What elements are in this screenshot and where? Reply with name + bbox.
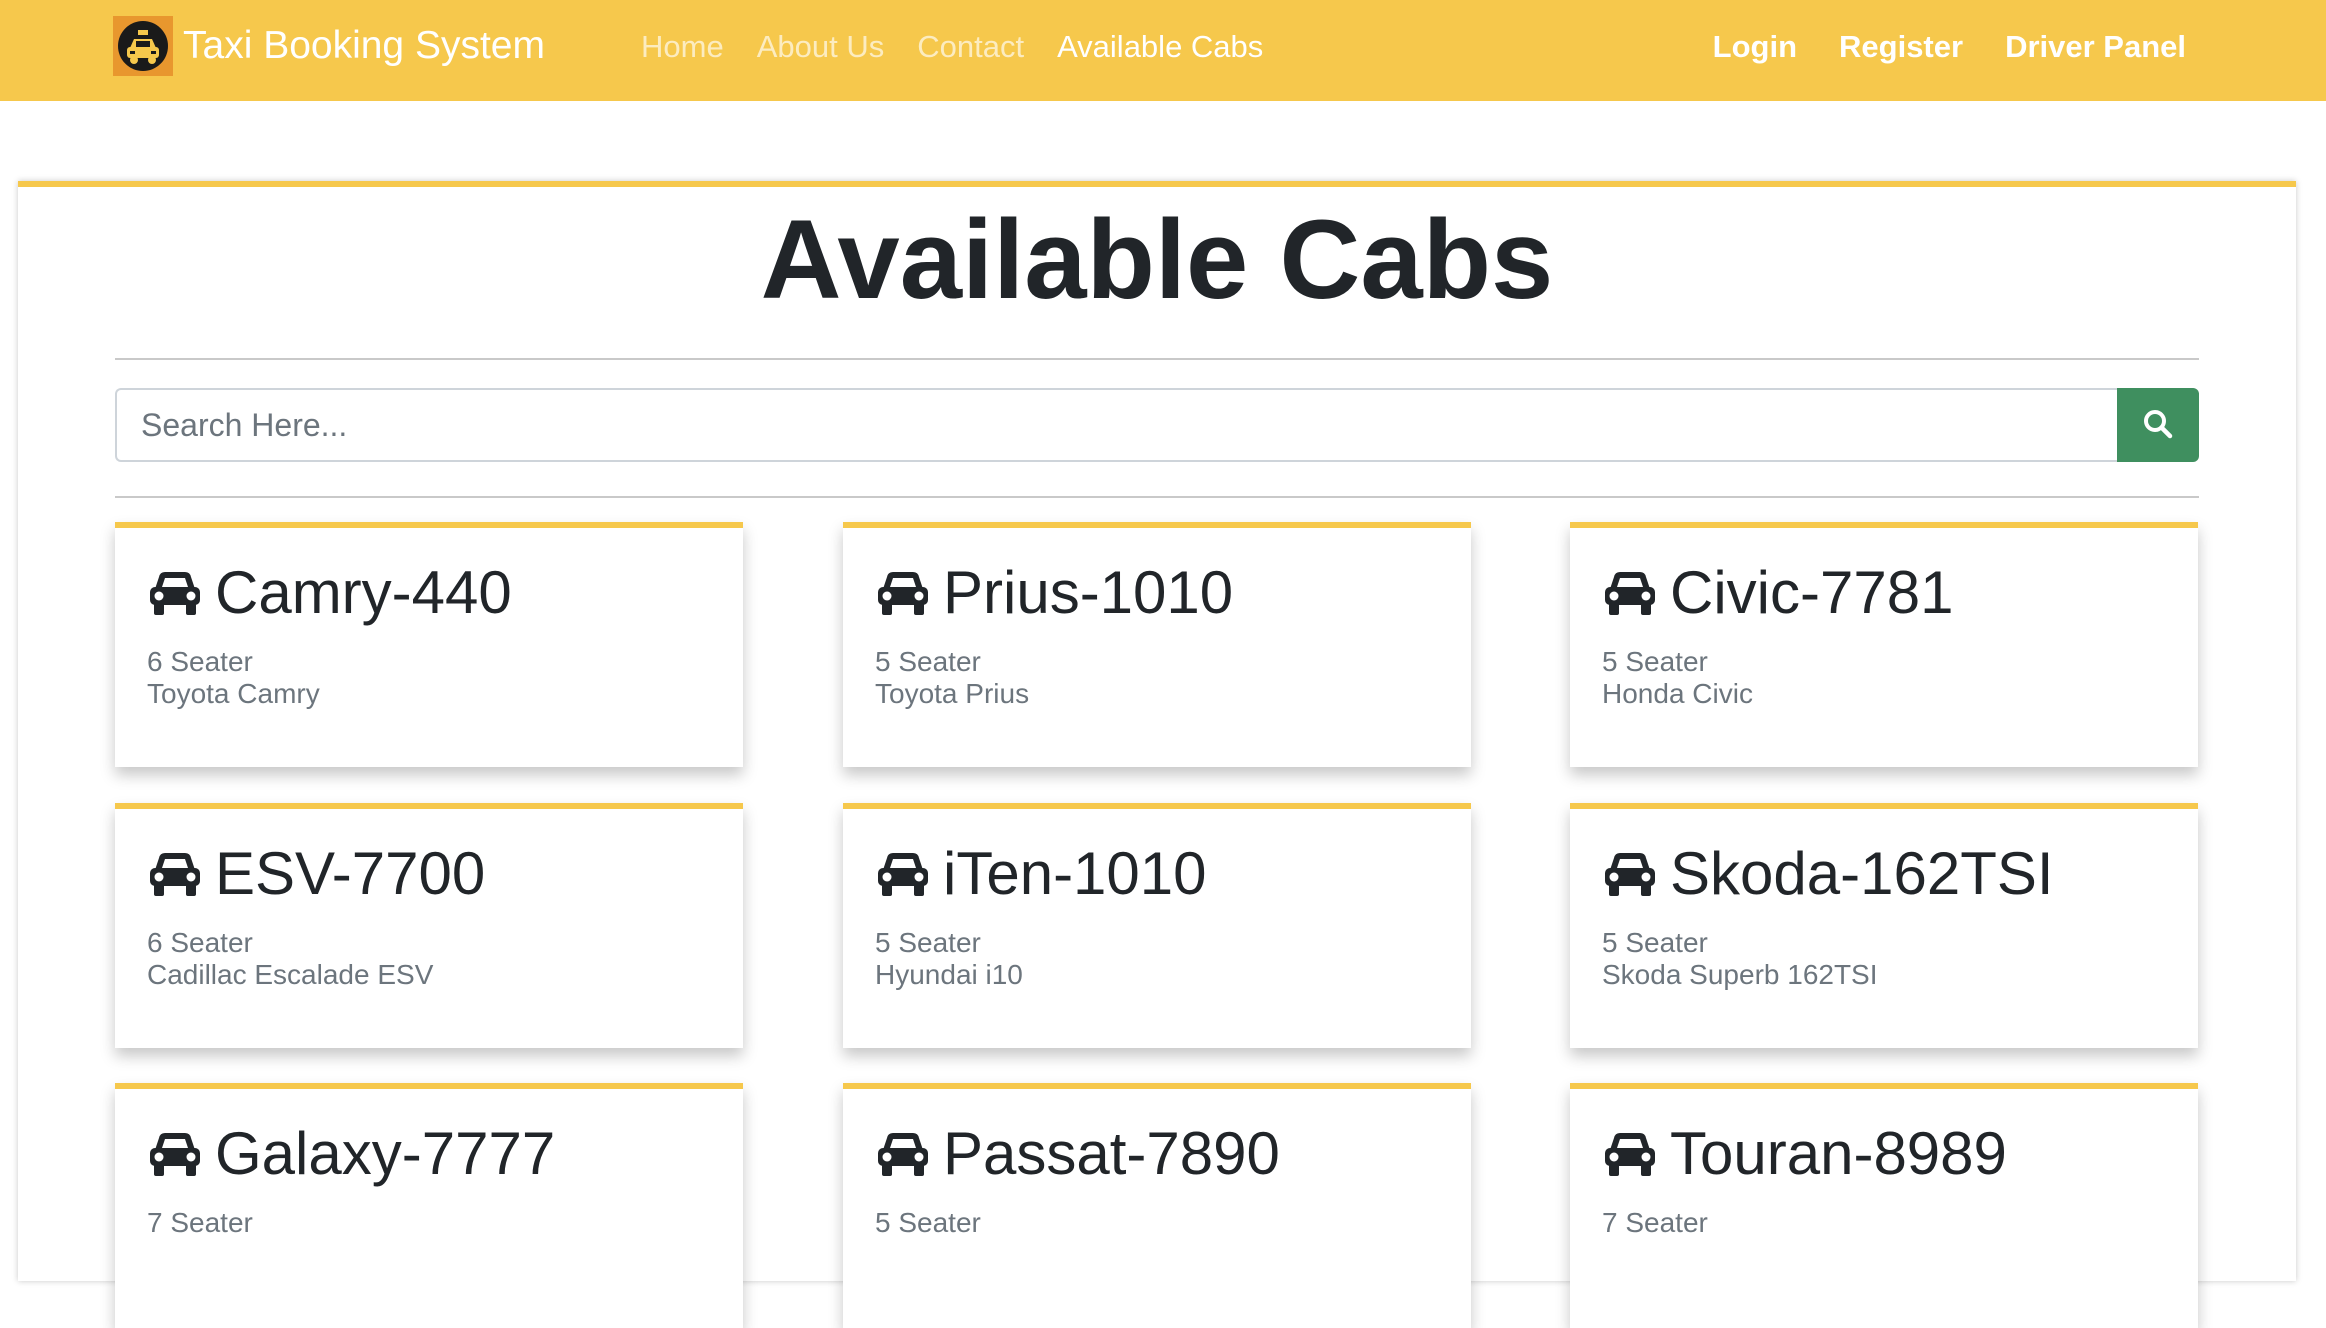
cab-card-title: Galaxy-7777	[147, 1119, 555, 1189]
register-link[interactable]: Register	[1839, 24, 1963, 70]
cab-name: Galaxy-7777	[215, 1120, 556, 1187]
search-bar	[115, 388, 2199, 462]
cab-seats: 6 Seater	[147, 646, 253, 677]
car-icon	[1602, 1130, 1658, 1178]
divider	[115, 496, 2199, 498]
cab-card-title: Camry-440	[147, 558, 512, 628]
cab-card[interactable]: Camry-440 6 Seater Toyota Camry	[115, 522, 743, 767]
cab-seats: 5 Seater	[875, 646, 981, 677]
cab-model: Cadillac Escalade ESV	[147, 959, 434, 990]
nav-home[interactable]: Home	[641, 24, 724, 70]
nav-about-us[interactable]: About Us	[757, 24, 885, 70]
car-icon	[1602, 850, 1658, 898]
account-nav: Login Register Driver Panel	[1671, 24, 2186, 70]
cab-seats: 6 Seater	[147, 927, 253, 958]
cab-card[interactable]: ESV-7700 6 Seater Cadillac Escalade ESV	[115, 803, 743, 1048]
cab-model: Hyundai i10	[875, 959, 1023, 990]
cab-name: Touran-8989	[1670, 1120, 2007, 1187]
nav-available-cabs[interactable]: Available Cabs	[1057, 24, 1263, 70]
cab-card[interactable]: Touran-8989 7 Seater	[1570, 1083, 2198, 1328]
cab-card[interactable]: Skoda-162TSI 5 Seater Skoda Superb 162TSI	[1570, 803, 2198, 1048]
car-icon	[875, 850, 931, 898]
cab-name: Passat-7890	[943, 1120, 1280, 1187]
brand-link[interactable]: Taxi Booking System	[113, 16, 545, 76]
cab-card-title: Civic-7781	[1602, 558, 1953, 628]
cab-name: ESV-7700	[215, 840, 486, 907]
cab-card-title: ESV-7700	[147, 839, 485, 909]
available-cabs-panel: Available Cabs Camry-4406 SeaterToyota C…	[18, 181, 2296, 1328]
cab-card[interactable]: Prius-1010 5 Seater Toyota Prius	[843, 522, 1471, 767]
cab-seats: 7 Seater	[147, 1207, 253, 1238]
cab-card-title: Prius-1010	[875, 558, 1233, 628]
page-title: Available Cabs	[760, 197, 1554, 322]
cab-name: iTen-1010	[943, 840, 1207, 907]
cab-seats: 5 Seater	[1602, 927, 1708, 958]
car-icon	[147, 569, 203, 617]
cab-card-title: Touran-8989	[1602, 1119, 2007, 1189]
driver-panel-link[interactable]: Driver Panel	[2005, 24, 2186, 70]
brand-name: Taxi Booking System	[183, 24, 545, 67]
cab-card-title: Skoda-162TSI	[1602, 839, 2054, 909]
cab-seats: 5 Seater	[875, 927, 981, 958]
cab-card[interactable]: Civic-7781 5 Seater Honda Civic	[1570, 522, 2198, 767]
cab-card[interactable]: Galaxy-7777 7 Seater	[115, 1083, 743, 1328]
car-icon	[147, 1130, 203, 1178]
cab-name: Civic-7781	[1670, 559, 1954, 626]
divider	[115, 358, 2199, 360]
cab-seats: 5 Seater	[875, 1207, 981, 1238]
cab-model: Honda Civic	[1602, 678, 1753, 709]
cab-model: Toyota Camry	[147, 678, 320, 709]
nav-contact[interactable]: Contact	[917, 24, 1024, 70]
cab-name: Skoda-162TSI	[1670, 840, 2054, 907]
cab-card[interactable]: Passat-7890 5 Seater	[843, 1083, 1471, 1328]
search-button[interactable]	[2117, 388, 2199, 462]
cab-model: Toyota Prius	[875, 678, 1030, 709]
cab-model: Skoda Superb 162TSI	[1602, 959, 1878, 990]
cab-card[interactable]: iTen-1010 5 Seater Hyundai i10	[843, 803, 1471, 1048]
car-icon	[1602, 569, 1658, 617]
cab-seats: 5 Seater	[1602, 646, 1708, 677]
search-icon	[2142, 408, 2174, 443]
login-link[interactable]: Login	[1713, 24, 1797, 70]
cab-name: Prius-1010	[943, 559, 1234, 626]
car-icon	[875, 569, 931, 617]
cab-card-title: Passat-7890	[875, 1119, 1280, 1189]
car-icon	[147, 850, 203, 898]
search-input[interactable]	[115, 388, 2117, 462]
navbar: Taxi Booking System Home About Us Contac…	[0, 0, 2326, 101]
cab-card-title: iTen-1010	[875, 839, 1207, 909]
cab-seats: 7 Seater	[1602, 1207, 1708, 1238]
car-icon	[875, 1130, 931, 1178]
taxi-logo-icon	[113, 16, 173, 76]
main-nav: Home About Us Contact Available Cabs	[641, 24, 1296, 70]
cab-name: Camry-440	[215, 559, 512, 626]
